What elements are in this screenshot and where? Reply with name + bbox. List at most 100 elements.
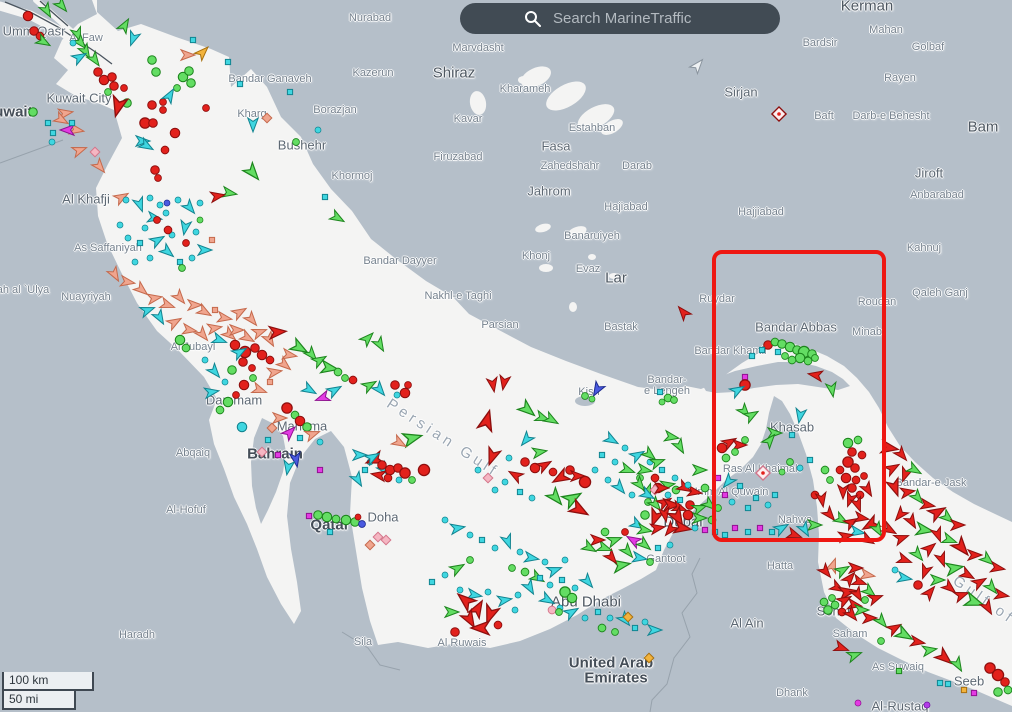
vessel-marker[interactable] [204, 386, 220, 399]
vessel-marker[interactable] [612, 629, 619, 636]
search-input[interactable] [551, 9, 755, 28]
vessel-marker[interactable] [701, 484, 709, 492]
vessel-marker[interactable] [849, 563, 863, 573]
vessel-marker[interactable] [820, 598, 828, 606]
vessel-marker[interactable] [148, 56, 157, 65]
vessel-marker[interactable] [49, 139, 55, 145]
vessel-marker[interactable] [924, 702, 930, 708]
vessel-marker[interactable] [961, 687, 966, 692]
vessel-marker[interactable] [151, 166, 160, 175]
vessel-marker[interactable] [954, 588, 971, 603]
vessel-marker[interactable] [223, 397, 232, 406]
vessel-marker[interactable] [315, 127, 321, 133]
vessel-marker[interactable] [69, 120, 74, 125]
vessel-marker[interactable] [517, 549, 523, 555]
vessel-marker[interactable] [692, 525, 698, 531]
vessel-marker[interactable] [239, 380, 248, 389]
vessel-marker[interactable] [884, 460, 901, 476]
vessel-marker[interactable] [297, 435, 302, 440]
vessel-marker[interactable] [182, 324, 198, 337]
vessel-marker[interactable] [641, 511, 650, 520]
vessel-marker[interactable] [267, 379, 272, 384]
vessel-marker[interactable] [188, 300, 202, 310]
vessel-marker[interactable] [217, 312, 233, 325]
vessel-marker[interactable] [667, 542, 673, 548]
vessel-marker[interactable] [521, 458, 530, 467]
vessel-marker[interactable] [632, 625, 637, 630]
vessel-marker[interactable] [70, 40, 76, 46]
vessel-marker[interactable] [518, 400, 539, 420]
vessel-marker[interactable] [582, 615, 588, 621]
vessel-marker[interactable] [349, 376, 357, 384]
vessel-marker[interactable] [501, 534, 516, 551]
vessel-marker[interactable] [659, 467, 664, 472]
vessel-marker[interactable] [647, 559, 654, 566]
vessel-marker[interactable] [252, 383, 269, 398]
vessel-marker[interactable] [617, 611, 634, 628]
vessel-marker[interactable] [648, 625, 662, 635]
vessel-marker[interactable] [418, 464, 429, 475]
vessel-marker[interactable] [515, 592, 521, 598]
vessel-marker[interactable] [60, 125, 74, 135]
vessel-marker[interactable] [429, 579, 434, 584]
vessel-marker[interactable] [160, 298, 177, 313]
vessel-marker[interactable] [897, 553, 914, 568]
vessel-marker[interactable] [918, 564, 933, 581]
vessel-marker[interactable] [194, 43, 211, 60]
vessel-marker[interactable] [665, 492, 671, 498]
vessel-marker[interactable] [353, 450, 367, 460]
vessel-marker[interactable] [189, 255, 195, 261]
vessel-marker[interactable] [475, 467, 481, 473]
vessel-marker[interactable] [248, 118, 258, 132]
vessel-marker[interactable] [117, 222, 123, 228]
vessel-marker[interactable] [994, 589, 1010, 602]
vessel-marker[interactable] [275, 452, 280, 457]
vessel-marker[interactable] [133, 197, 148, 214]
vessel-marker[interactable] [603, 432, 620, 448]
vessel-marker[interactable] [539, 592, 556, 608]
vessel-marker[interactable] [529, 495, 535, 501]
vessel-marker[interactable] [163, 210, 169, 216]
vessel-marker[interactable] [607, 533, 624, 548]
vessel-marker[interactable] [906, 462, 923, 478]
vessel-marker[interactable] [405, 382, 412, 389]
vessel-marker[interactable] [239, 358, 248, 367]
vessel-marker[interactable] [179, 265, 186, 272]
vessel-marker[interactable] [599, 452, 604, 457]
vessel-marker[interactable] [190, 37, 195, 42]
vessel-marker[interactable] [212, 307, 217, 312]
vessel-marker[interactable] [672, 438, 688, 455]
vessel-marker[interactable] [303, 423, 312, 432]
vessel-marker[interactable] [391, 381, 400, 390]
vessel-marker[interactable] [980, 599, 996, 616]
vessel-marker[interactable] [620, 463, 637, 478]
vessel-marker[interactable] [409, 477, 416, 484]
vessel-marker[interactable] [230, 325, 244, 335]
vessel-marker[interactable] [607, 615, 613, 621]
vessel-marker[interactable] [693, 465, 707, 475]
vessel-marker[interactable] [467, 557, 474, 564]
vessel-marker[interactable] [518, 431, 535, 448]
vessel-marker[interactable] [378, 461, 387, 470]
vessel-marker[interactable] [400, 468, 410, 478]
vessel-marker[interactable] [243, 163, 263, 184]
vessel-marker[interactable] [644, 653, 654, 663]
vessel-marker[interactable] [198, 245, 212, 255]
vessel-marker[interactable] [622, 445, 628, 451]
vessel-marker[interactable] [120, 276, 136, 289]
vessel-marker[interactable] [860, 569, 876, 582]
vessel-marker[interactable] [950, 656, 966, 673]
vessel-marker[interactable] [671, 397, 678, 404]
vessel-marker[interactable] [449, 560, 466, 576]
vessel-marker[interactable] [350, 471, 366, 488]
vessel-marker[interactable] [362, 467, 367, 472]
vessel-marker[interactable] [195, 326, 212, 343]
vessel-marker[interactable] [442, 517, 448, 523]
vessel-marker[interactable] [72, 143, 89, 158]
vessel-marker[interactable] [179, 220, 192, 236]
vessel-marker[interactable] [250, 375, 257, 382]
vessel-marker[interactable] [161, 146, 169, 154]
vessel-marker[interactable] [522, 579, 538, 596]
vessel-marker[interactable] [637, 524, 653, 537]
vessel-marker[interactable] [492, 487, 498, 493]
